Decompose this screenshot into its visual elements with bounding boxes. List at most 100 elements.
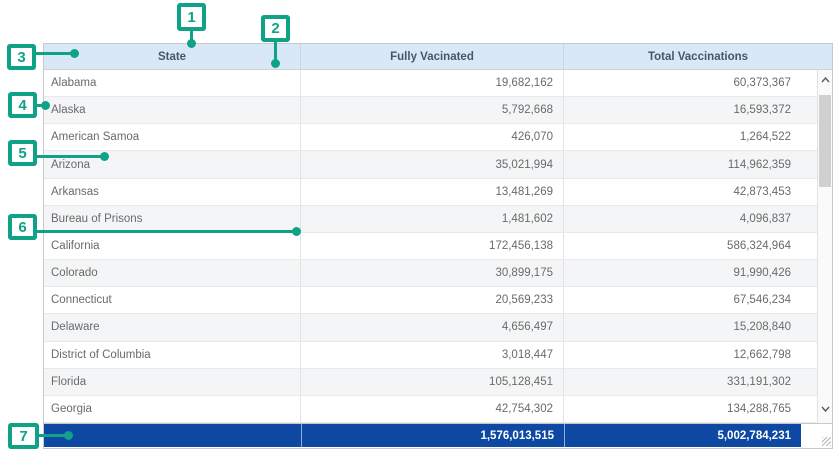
callout-4: 4 (8, 92, 37, 118)
state-cell: American Samoa (44, 124, 301, 150)
callout-3-dot (70, 49, 79, 58)
state-cell: Arkansas (44, 179, 301, 205)
total-vaccinations-cell: 12,662,798 (564, 342, 801, 368)
total-vaccinations-cell: 4,096,837 (564, 206, 801, 232)
table-row[interactable]: Alaska5,792,66816,593,372 (44, 97, 832, 124)
vertical-scrollbar[interactable] (817, 70, 832, 423)
total-vaccinations-cell: 1,264,522 (564, 124, 801, 150)
row-spacer (801, 124, 816, 150)
fully-vaccinated-cell: 172,456,138 (301, 233, 564, 259)
fully-vaccinated-cell: 13,481,269 (301, 179, 564, 205)
callout-2-dot (271, 59, 280, 68)
fully-vaccinated-cell: 35,021,994 (301, 151, 564, 177)
table-row[interactable]: Alabama19,682,16260,373,367 (44, 70, 832, 97)
state-cell: District of Columbia (44, 342, 301, 368)
row-spacer (801, 314, 816, 340)
total-vaccinations-cell: 15,208,840 (564, 314, 801, 340)
column-header-state[interactable]: State (44, 44, 301, 69)
state-cell: Georgia (44, 396, 301, 422)
row-spacer (801, 369, 816, 395)
state-cell: Connecticut (44, 287, 301, 313)
state-cell: Delaware (44, 314, 301, 340)
row-spacer (801, 97, 816, 123)
state-cell: Alaska (44, 97, 301, 123)
callout-5-dot (100, 152, 109, 161)
total-state-cell (44, 424, 301, 447)
scrollbar-thumb[interactable] (819, 95, 831, 187)
state-cell: California (44, 233, 301, 259)
total-vaccinations-cell: 67,546,234 (564, 287, 801, 313)
total-vaccinations-cell: 16,593,372 (564, 97, 801, 123)
total-row-spacer (801, 424, 816, 447)
fully-vaccinated-cell: 5,792,668 (301, 97, 564, 123)
fully-vaccinated-cell: 30,899,175 (301, 260, 564, 286)
table-header-row: State Fully Vacinated Total Vaccinations (44, 44, 832, 70)
table-row[interactable]: Florida105,128,451331,191,302 (44, 369, 832, 396)
row-spacer (801, 151, 816, 177)
table-row[interactable]: Bureau of Prisons1,481,6024,096,837 (44, 206, 832, 233)
callout-5: 5 (8, 140, 37, 166)
fully-vaccinated-cell: 19,682,162 (301, 70, 564, 96)
scroll-down-button[interactable] (818, 401, 832, 415)
total-vaccinations-cell: 331,191,302 (564, 369, 801, 395)
table-body: Alabama19,682,16260,373,367Alaska5,792,6… (44, 70, 832, 423)
callout-7-dot (64, 431, 73, 440)
scroll-up-button[interactable] (818, 72, 832, 86)
table-row[interactable]: Georgia42,754,302134,288,765 (44, 396, 832, 423)
fully-vaccinated-cell: 4,656,497 (301, 314, 564, 340)
fully-vaccinated-cell: 1,481,602 (301, 206, 564, 232)
callout-1-dot (187, 39, 196, 48)
row-spacer (801, 206, 816, 232)
table-row[interactable]: Colorado30,899,17591,990,426 (44, 260, 832, 287)
callout-3-line (35, 52, 73, 55)
fully-vaccinated-cell: 3,018,447 (301, 342, 564, 368)
state-cell: Florida (44, 369, 301, 395)
callout-5-line (36, 155, 102, 158)
fully-vaccinated-cell: 426,070 (301, 124, 564, 150)
fully-vaccinated-cell: 105,128,451 (301, 369, 564, 395)
callout-7-line (38, 434, 66, 437)
total-vaccinations-cell: 60,373,367 (564, 70, 801, 96)
table-row[interactable]: Arizona35,021,994114,962,359 (44, 151, 832, 178)
callout-7: 7 (8, 423, 39, 449)
total-fully-vaccinated-cell: 1,576,013,515 (301, 424, 564, 447)
total-vaccinations-cell: 91,990,426 (564, 260, 801, 286)
callout-6: 6 (8, 214, 37, 240)
row-spacer (801, 342, 816, 368)
total-vaccinations-cell: 114,962,359 (564, 151, 801, 177)
screenshot: State Fully Vacinated Total Vaccinations… (0, 0, 833, 453)
callout-6-line (36, 230, 293, 233)
table-row[interactable]: District of Columbia3,018,44712,662,798 (44, 342, 832, 369)
callout-2: 2 (261, 15, 290, 42)
table-row[interactable]: Delaware4,656,49715,208,840 (44, 314, 832, 341)
total-vaccinations-cell: 42,873,453 (564, 179, 801, 205)
callout-2-line (274, 41, 277, 60)
row-spacer (801, 233, 816, 259)
column-header-fully-vaccinated[interactable]: Fully Vacinated (301, 44, 564, 69)
row-spacer (801, 70, 816, 96)
chevron-up-icon (821, 70, 830, 88)
resize-grip[interactable] (822, 437, 831, 446)
table-row[interactable]: California172,456,138586,324,964 (44, 233, 832, 260)
row-spacer (801, 287, 816, 313)
fully-vaccinated-cell: 20,569,233 (301, 287, 564, 313)
table-row[interactable]: Connecticut20,569,23367,546,234 (44, 287, 832, 314)
callout-3: 3 (7, 44, 36, 70)
state-cell: Colorado (44, 260, 301, 286)
total-vaccinations-cell: 5,002,784,231 (564, 424, 801, 447)
column-header-total-vaccinations[interactable]: Total Vaccinations (564, 44, 832, 69)
state-cell: Bureau of Prisons (44, 206, 301, 232)
table-row[interactable]: American Samoa426,0701,264,522 (44, 124, 832, 151)
state-cell: Alabama (44, 70, 301, 96)
total-row: 1,576,013,515 5,002,784,231 (44, 423, 832, 447)
row-spacer (801, 260, 816, 286)
row-spacer (801, 396, 816, 422)
vaccinations-table: State Fully Vacinated Total Vaccinations… (43, 43, 833, 449)
callout-1: 1 (177, 3, 206, 31)
callout-6-dot (292, 227, 301, 236)
total-vaccinations-cell: 134,288,765 (564, 396, 801, 422)
callout-4-dot (41, 101, 50, 110)
row-spacer (801, 179, 816, 205)
fully-vaccinated-cell: 42,754,302 (301, 396, 564, 422)
table-row[interactable]: Arkansas13,481,26942,873,453 (44, 179, 832, 206)
